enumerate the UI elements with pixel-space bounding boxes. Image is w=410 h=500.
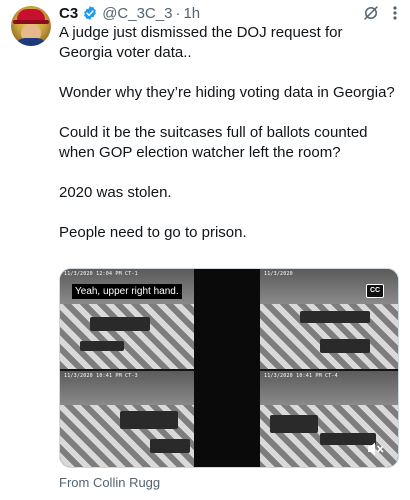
tweet-paragraph: A judge just dismissed the DOJ request f… bbox=[59, 24, 343, 61]
video-caption: Yeah, upper right hand. bbox=[72, 284, 182, 299]
tweet-paragraph: People need to go to prison. bbox=[59, 224, 247, 241]
camera-desk bbox=[300, 311, 370, 323]
avatar-shirt bbox=[15, 38, 47, 46]
timestamp[interactable]: 1h bbox=[183, 5, 200, 22]
camera-desk bbox=[270, 415, 318, 433]
camera-timestamp: 11/3/2020 10:41 PM CT-4 bbox=[264, 373, 338, 379]
video-player[interactable]: 11/3/2020 12:04 PM CT-1 11/3/2020 11/3/2… bbox=[59, 268, 399, 468]
closed-captions-button[interactable]: CC bbox=[366, 284, 384, 298]
camera-timestamp: 11/3/2020 bbox=[264, 271, 293, 277]
tweet-paragraph: Could it be the suitcases full of ballot… bbox=[59, 124, 368, 161]
tweet-text: A judge just dismissed the DOJ request f… bbox=[59, 23, 399, 243]
camera-feed-3: 11/3/2020 10:41 PM CT-3 bbox=[60, 371, 194, 467]
more-options-icon[interactable] bbox=[388, 5, 402, 21]
verified-badge-icon bbox=[84, 6, 97, 20]
separator-dot: · bbox=[175, 4, 181, 22]
camera-desk bbox=[120, 411, 178, 429]
avatar[interactable] bbox=[11, 6, 51, 46]
grok-icon[interactable] bbox=[362, 4, 380, 22]
camera-timestamp: 11/3/2020 10:41 PM CT-3 bbox=[64, 373, 138, 379]
media-attribution[interactable]: From Collin Rugg bbox=[59, 475, 160, 490]
author-name[interactable]: C3 bbox=[59, 5, 78, 22]
tweet-paragraph: Wonder why they’re hiding voting data in… bbox=[59, 84, 395, 101]
camera-desk bbox=[150, 439, 190, 453]
tweet-header: C3 @C_3C_3 · 1h bbox=[59, 3, 402, 23]
camera-desk bbox=[320, 339, 370, 353]
mute-icon[interactable] bbox=[366, 441, 384, 457]
tweet-paragraph: 2020 was stolen. bbox=[59, 184, 172, 201]
author-handle[interactable]: @C_3C_3 bbox=[102, 5, 172, 22]
camera-desk bbox=[80, 341, 124, 351]
camera-timestamp: 11/3/2020 12:04 PM CT-1 bbox=[64, 271, 138, 277]
video-divider bbox=[194, 269, 260, 467]
camera-desk bbox=[90, 317, 150, 331]
